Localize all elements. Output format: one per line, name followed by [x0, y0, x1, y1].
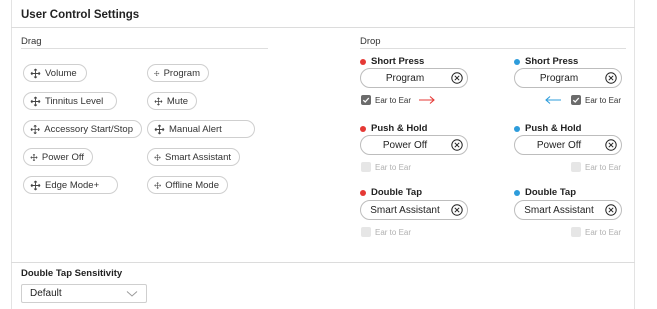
move-icon	[30, 180, 41, 190]
move-icon	[30, 124, 40, 134]
clear-icon[interactable]	[605, 139, 617, 151]
drag-chip[interactable]: Program	[147, 64, 209, 82]
right-push-hold-ear-to-ear[interactable]: Ear to Ear	[571, 161, 621, 173]
slot-value: Program	[539, 72, 579, 84]
drag-chip[interactable]: Accessory Start/Stop	[23, 120, 142, 138]
drag-divider	[21, 48, 268, 49]
divider	[11, 27, 635, 28]
right-dot-icon	[514, 189, 520, 196]
right-double-tap-slot[interactable]: Smart Assistant	[514, 200, 622, 220]
heading-label: Short Press	[525, 56, 579, 67]
left-short-press-heading: Short Press	[360, 56, 424, 67]
checkbox-unchecked-icon[interactable]	[571, 162, 581, 172]
drag-chip[interactable]: Smart Assistant	[147, 148, 240, 166]
ear-label: Ear to Ear	[585, 162, 622, 172]
left-short-press-ear-to-ear[interactable]: Ear to Ear	[361, 94, 411, 106]
left-double-tap-slot[interactable]: Smart Assistant	[360, 200, 468, 220]
right-push-hold-heading: Push & Hold	[514, 123, 581, 134]
drag-chip[interactable]: Power Off	[23, 148, 93, 166]
drag-chip[interactable]: Tinnitus Level	[23, 92, 117, 110]
ear-label: Ear to Ear	[375, 95, 412, 105]
checkbox-unchecked-icon[interactable]	[571, 227, 581, 237]
move-icon	[154, 97, 163, 105]
page-title: User Control Settings	[21, 9, 140, 21]
heading-label: Push & Hold	[525, 123, 582, 134]
heading-label: Push & Hold	[371, 123, 428, 134]
checkbox-unchecked-icon[interactable]	[361, 227, 371, 237]
left-short-press-slot[interactable]: Program	[360, 68, 468, 88]
chip-label: Power Off	[41, 151, 84, 163]
chip-label: Edge Mode+	[45, 179, 100, 191]
arrow-right-icon	[419, 96, 435, 104]
arrow-left-icon	[545, 96, 561, 104]
right-double-tap-ear-to-ear[interactable]: Ear to Ear	[571, 226, 621, 238]
divider	[11, 262, 635, 263]
right-double-tap-heading: Double Tap	[514, 187, 576, 198]
ear-label: Ear to Ear	[585, 95, 622, 105]
move-icon	[154, 124, 165, 134]
move-icon	[30, 153, 38, 161]
right-dot-icon	[514, 125, 520, 132]
left-dot-icon	[360, 125, 366, 132]
sensitivity-select[interactable]: Default	[21, 284, 147, 303]
right-short-press-slot[interactable]: Program	[514, 68, 622, 88]
right-short-press-heading: Short Press	[514, 56, 578, 67]
heading-label: Double Tap	[371, 187, 423, 198]
ear-label: Ear to Ear	[585, 227, 622, 237]
chip-label: Volume	[45, 67, 77, 79]
right-push-hold-slot[interactable]: Power Off	[514, 135, 622, 155]
chip-label: Offline Mode	[165, 179, 219, 191]
slot-value: Smart Assistant	[524, 204, 594, 216]
clear-icon[interactable]	[451, 72, 463, 84]
left-push-hold-slot[interactable]: Power Off	[360, 135, 468, 155]
left-double-tap-heading: Double Tap	[360, 187, 422, 198]
drop-divider	[360, 48, 626, 49]
ear-label: Ear to Ear	[375, 227, 412, 237]
checkbox-unchecked-icon[interactable]	[361, 162, 371, 172]
chip-label: Manual Alert	[169, 123, 222, 135]
clear-icon[interactable]	[605, 204, 617, 216]
checkbox-checked-icon[interactable]	[571, 95, 581, 105]
drag-label: Drag	[21, 36, 42, 47]
checkbox-checked-icon[interactable]	[361, 95, 371, 105]
clear-icon[interactable]	[451, 204, 463, 216]
move-icon	[154, 70, 160, 76]
move-icon	[30, 96, 41, 106]
left-double-tap-ear-to-ear[interactable]: Ear to Ear	[361, 226, 411, 238]
chip-label: Program	[163, 67, 200, 79]
move-icon	[30, 68, 41, 78]
heading-label: Double Tap	[525, 187, 577, 198]
right-short-press-ear-to-ear[interactable]: Ear to Ear	[571, 94, 621, 106]
chip-label: Tinnitus Level	[45, 95, 104, 107]
drag-chip[interactable]: Offline Mode	[147, 176, 228, 194]
slot-value: Power Off	[536, 139, 582, 151]
left-push-hold-ear-to-ear[interactable]: Ear to Ear	[361, 161, 411, 173]
chevron-down-icon	[126, 291, 138, 297]
slot-value: Power Off	[382, 139, 428, 151]
ear-label: Ear to Ear	[375, 162, 412, 172]
drag-chip[interactable]: Manual Alert	[147, 120, 255, 138]
drag-chip[interactable]: Volume	[23, 64, 87, 82]
chip-label: Smart Assistant	[165, 151, 231, 163]
drop-label: Drop	[360, 36, 381, 47]
chip-label: Accessory Start/Stop	[44, 123, 133, 135]
heading-label: Short Press	[371, 56, 425, 67]
select-value: Default	[30, 288, 62, 299]
move-icon	[154, 153, 161, 161]
left-push-hold-heading: Push & Hold	[360, 123, 427, 134]
clear-icon[interactable]	[605, 72, 617, 84]
slot-value: Smart Assistant	[370, 204, 440, 216]
chip-label: Mute	[166, 95, 188, 107]
double-tap-sensitivity-title: Double Tap Sensitivity	[21, 268, 123, 279]
drag-chip[interactable]: Edge Mode+	[23, 176, 118, 194]
right-dot-icon	[514, 58, 520, 65]
left-dot-icon	[360, 189, 366, 196]
slot-value: Program	[385, 72, 425, 84]
clear-icon[interactable]	[451, 139, 463, 151]
move-icon	[154, 181, 161, 189]
left-dot-icon	[360, 58, 366, 65]
drag-chip[interactable]: Mute	[147, 92, 197, 110]
